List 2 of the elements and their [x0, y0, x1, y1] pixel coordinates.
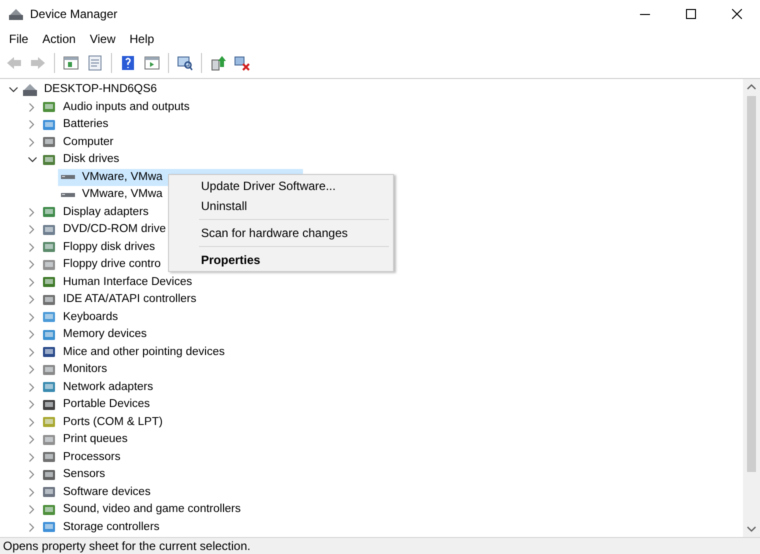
window-title: Device Manager	[30, 6, 118, 23]
status-text: Opens property sheet for the current selection.	[3, 538, 250, 554]
